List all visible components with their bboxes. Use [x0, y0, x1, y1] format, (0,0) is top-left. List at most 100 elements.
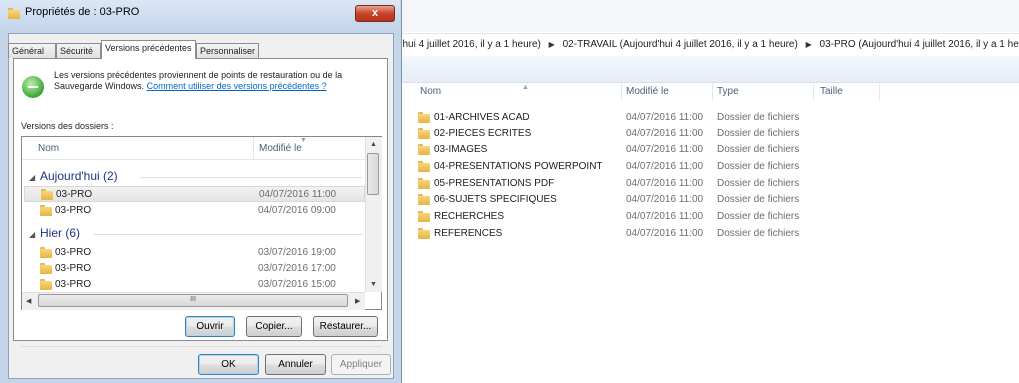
file-type: Dossier de fichiers — [717, 161, 800, 172]
version-name: 03-PRO — [55, 247, 92, 258]
breadcrumb-item[interactable]: 03-PRO (Aujourd'hui 4 juillet 2016, il y… — [820, 39, 1019, 50]
scroll-up-arrow-icon[interactable]: ▲ — [370, 141, 377, 148]
version-date: 03/07/2016 19:00 — [258, 247, 336, 258]
list-column-name[interactable]: Nom — [38, 143, 59, 154]
version-row[interactable]: 03-PRO 03/07/2016 19:00 — [24, 245, 365, 261]
cancel-button[interactable]: Annuler — [265, 354, 326, 375]
column-header-size[interactable]: Taille — [820, 84, 843, 100]
collapse-caret-icon[interactable]: ◢ — [29, 230, 35, 239]
file-type: Dossier de fichiers — [717, 228, 800, 239]
tab-general[interactable]: Général — [8, 43, 56, 58]
file-date: 04/07/2016 11:00 — [626, 228, 704, 239]
scroll-right-arrow-icon[interactable]: ▶ — [355, 297, 360, 305]
column-divider[interactable] — [813, 83, 814, 101]
sort-ascending-icon: ▲ — [522, 84, 529, 91]
file-type: Dossier de fichiers — [717, 178, 800, 189]
folder-icon — [418, 112, 430, 123]
tab-security[interactable]: Sécurité — [56, 43, 101, 58]
info-text: Les versions précédentes proviennent de … — [54, 70, 379, 92]
list-column-modified[interactable]: Modifié le — [259, 143, 302, 154]
version-row[interactable]: 03-PRO 04/07/2016 09:00 — [24, 203, 365, 219]
file-type: Dossier de fichiers — [717, 211, 800, 222]
folder-icon — [40, 205, 52, 216]
group-header-today[interactable]: Aujourd'hui (2) — [40, 169, 118, 183]
versions-label: Versions des dossiers : — [21, 121, 114, 131]
column-divider[interactable] — [253, 137, 254, 159]
breadcrumb-item[interactable]: d'hui 4 juillet 2016, il y a 1 heure) — [395, 39, 541, 50]
column-divider[interactable] — [879, 83, 880, 101]
file-date: 04/07/2016 11:00 — [626, 194, 704, 205]
file-row[interactable]: 06-SUJETS SPECIFIQUES 04/07/2016 11:00 D… — [418, 192, 978, 208]
file-date: 04/07/2016 11:00 — [626, 112, 704, 123]
copy-button[interactable]: Copier... — [246, 316, 302, 337]
group-header-yesterday[interactable]: Hier (6) — [40, 226, 80, 240]
column-header-type[interactable]: Type — [717, 84, 739, 100]
file-name: 01-ARCHIVES ACAD — [434, 112, 530, 123]
version-name: 03-PRO — [55, 279, 92, 290]
file-date: 04/07/2016 11:00 — [626, 128, 704, 139]
file-type: Dossier de fichiers — [717, 112, 800, 123]
version-date: 03/07/2016 17:00 — [258, 263, 336, 274]
breadcrumb-item[interactable]: 02-TRAVAIL (Aujourd'hui 4 juillet 2016, … — [563, 39, 798, 50]
file-name: RECHERCHES — [434, 211, 505, 222]
file-row[interactable]: REFERENCES 04/07/2016 11:00 Dossier de f… — [418, 226, 978, 242]
folder-icon — [418, 144, 430, 155]
file-name: 06-SUJETS SPECIFIQUES — [434, 194, 557, 205]
file-name: 02-PIECES ECRITES — [434, 128, 532, 139]
breadcrumb-arrow-icon[interactable]: ▶ — [806, 40, 812, 49]
dialog-titlebar[interactable]: Propriétés de : 03-PRO x — [0, 0, 400, 26]
column-header-modified[interactable]: Modifié le — [626, 84, 669, 100]
scroll-down-arrow-icon[interactable]: ▼ — [370, 281, 377, 288]
folder-icon — [418, 161, 430, 172]
version-date: 04/07/2016 09:00 — [258, 205, 336, 216]
version-row[interactable]: 03-PRO 03/07/2016 15:00 — [24, 277, 365, 293]
tab-customize[interactable]: Personnaliser — [196, 43, 259, 58]
restore-button[interactable]: Restaurer... — [313, 316, 378, 337]
file-type: Dossier de fichiers — [717, 144, 800, 155]
file-row[interactable]: 03-IMAGES 04/07/2016 11:00 Dossier de fi… — [418, 142, 978, 158]
apply-button: Appliquer — [331, 354, 391, 375]
group-divider — [140, 177, 362, 178]
file-type: Dossier de fichiers — [717, 128, 800, 139]
file-row[interactable]: RECHERCHES 04/07/2016 11:00 Dossier de f… — [418, 209, 978, 225]
scroll-left-arrow-icon[interactable]: ◀ — [26, 297, 31, 305]
folder-icon — [418, 211, 430, 222]
horizontal-scroll-thumb[interactable]: III — [38, 294, 348, 307]
collapse-caret-icon[interactable]: ◢ — [29, 173, 35, 182]
versions-list[interactable]: Nom Modifié le ▼ ◢ Aujourd'hui (2) 03-PR… — [21, 136, 382, 310]
breadcrumb[interactable]: d'hui 4 juillet 2016, il y a 1 heure) ▶ … — [395, 33, 1019, 57]
file-type: Dossier de fichiers — [717, 194, 800, 205]
breadcrumb-arrow-icon[interactable]: ▶ — [549, 40, 555, 49]
file-row[interactable]: 05-PRESENTATIONS PDF 04/07/2016 11:00 Do… — [418, 176, 978, 192]
dialog-title: Propriétés de : 03-PRO — [25, 6, 140, 18]
file-date: 04/07/2016 11:00 — [626, 211, 704, 222]
version-date: 03/07/2016 15:00 — [258, 279, 336, 290]
dialog-divider — [21, 346, 382, 347]
file-name: 05-PRESENTATIONS PDF — [434, 178, 555, 189]
properties-dialog: Propriétés de : 03-PRO x Général Sécurit… — [0, 0, 402, 383]
file-row[interactable]: 04-PRESENTATIONS POWERPOINT 04/07/2016 1… — [418, 159, 978, 175]
ok-button[interactable]: OK — [198, 354, 259, 375]
folder-icon — [41, 189, 53, 200]
folder-icon — [418, 194, 430, 205]
column-header-name[interactable]: Nom — [420, 84, 441, 100]
version-date: 04/07/2016 11:00 — [259, 189, 337, 200]
close-button[interactable]: x — [355, 5, 395, 22]
version-name: 03-PRO — [55, 205, 92, 216]
tab-previous-versions[interactable]: Versions précédentes — [101, 40, 196, 59]
file-name: REFERENCES — [434, 228, 503, 239]
open-button[interactable]: Ouvrir — [185, 316, 235, 337]
folder-icon — [40, 279, 52, 290]
version-row[interactable]: 03-PRO 04/07/2016 11:00 — [24, 186, 365, 202]
vertical-scroll-thumb[interactable] — [367, 153, 379, 195]
column-divider[interactable] — [712, 83, 713, 101]
version-row[interactable]: 03-PRO 03/07/2016 17:00 — [24, 261, 365, 277]
help-link[interactable]: Comment utiliser des versions précédente… — [147, 81, 327, 91]
list-header: Nom Modifié le ▼ — [22, 137, 366, 160]
file-row[interactable]: 02-PIECES ECRITES 04/07/2016 11:00 Dossi… — [418, 126, 978, 142]
file-row[interactable]: 01-ARCHIVES ACAD 04/07/2016 11:00 Dossie… — [418, 110, 978, 126]
restore-icon — [22, 76, 44, 98]
folder-icon — [40, 247, 52, 258]
sort-indicator-icon: ▼ — [300, 137, 307, 144]
column-divider[interactable] — [621, 83, 622, 101]
